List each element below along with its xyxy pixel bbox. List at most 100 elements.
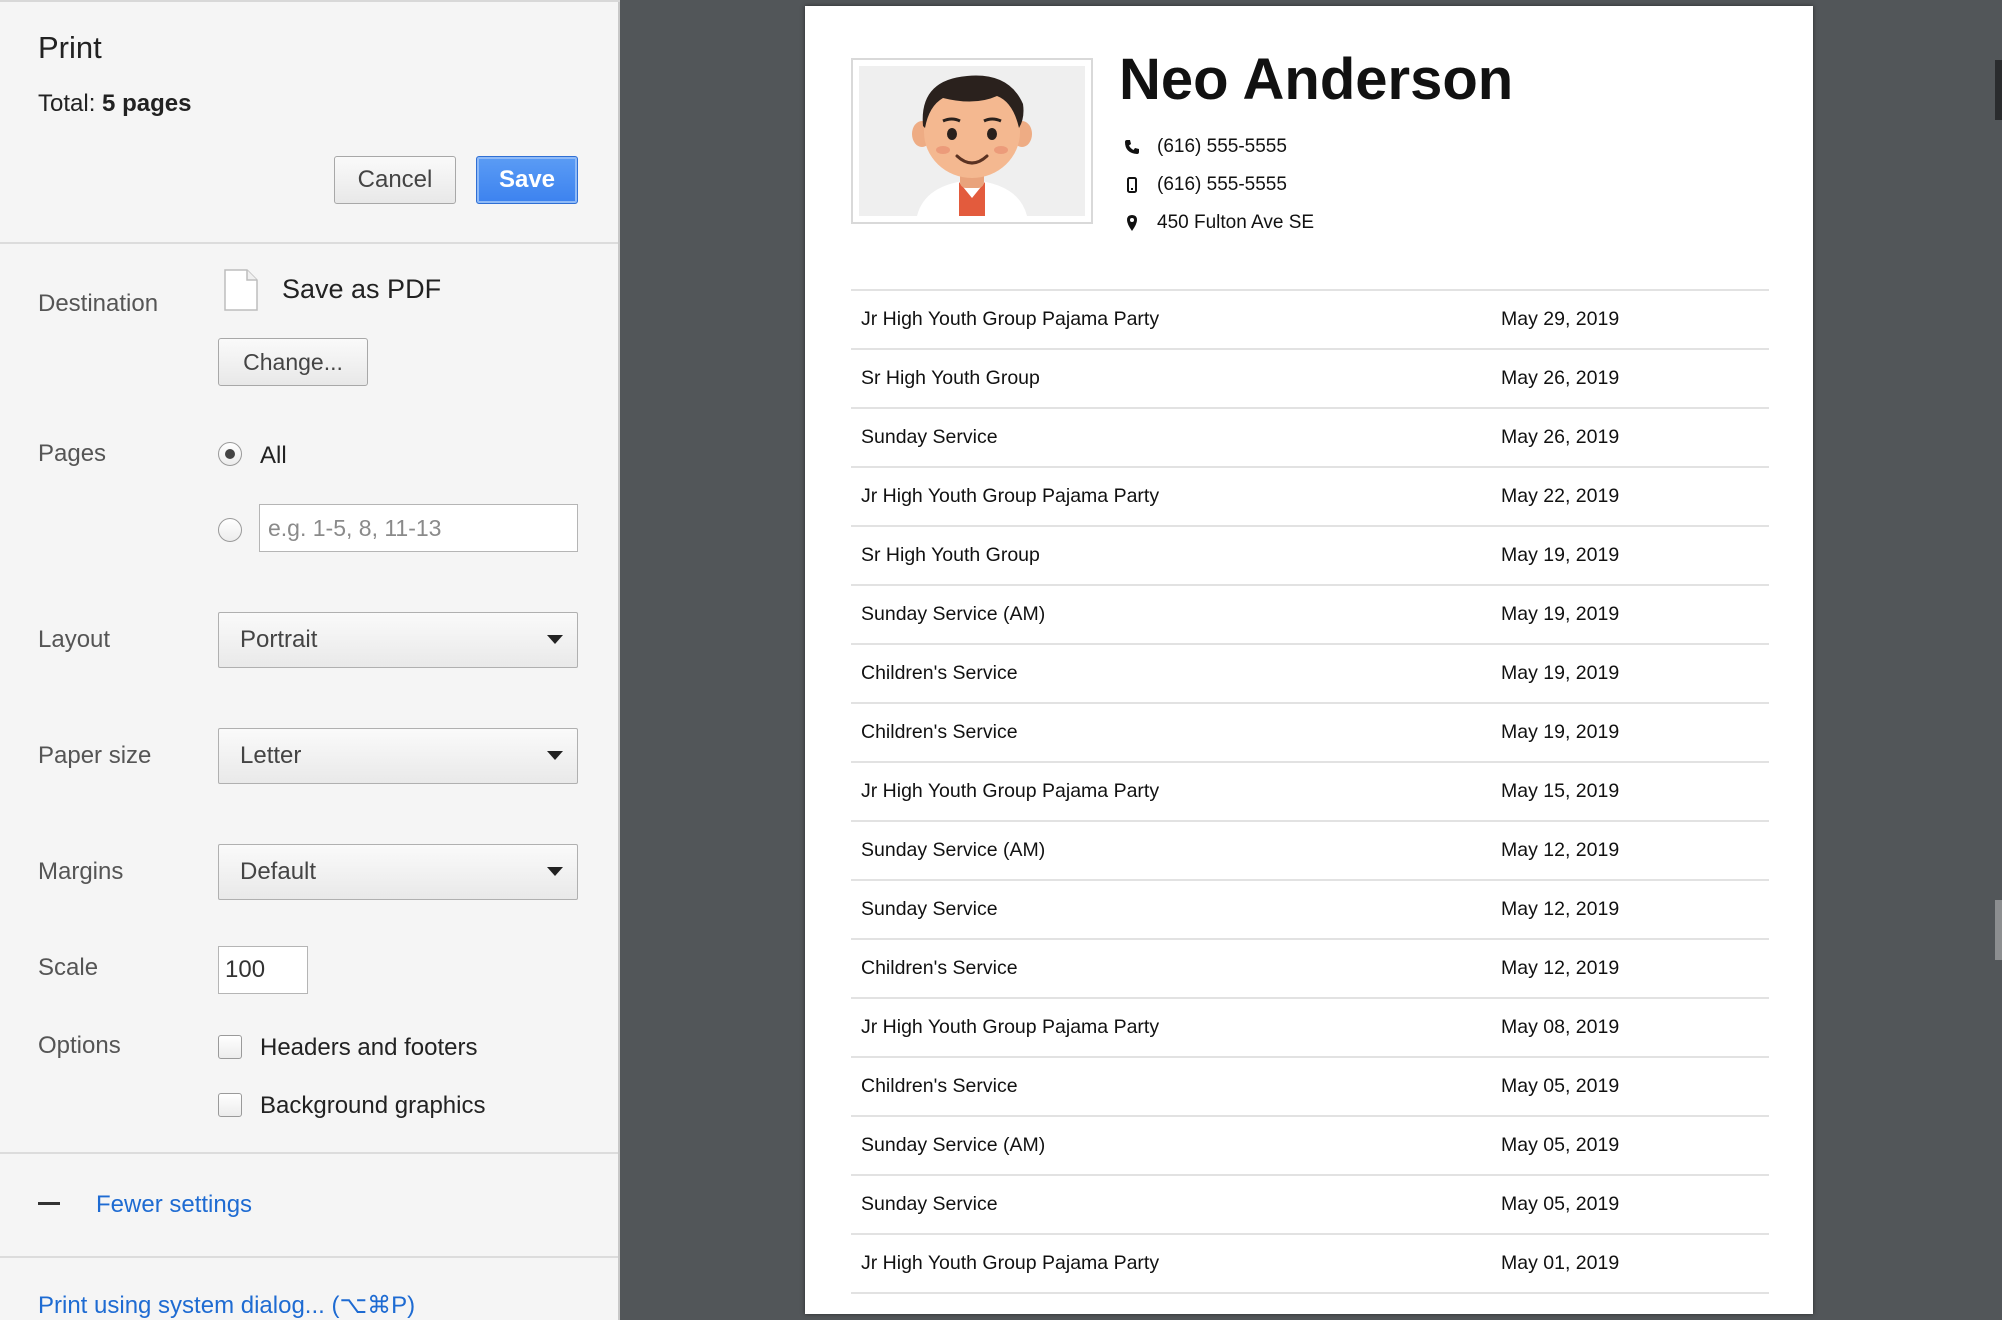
table-row: Sunday Service May 26, 2019 xyxy=(851,409,1769,468)
event-name: Children's Service xyxy=(861,1075,1018,1097)
avatar xyxy=(859,66,1085,216)
top-border xyxy=(0,0,620,2)
event-date: May 12, 2019 xyxy=(1501,898,1620,920)
event-name: Children's Service xyxy=(861,662,1018,684)
destination-label: Destination xyxy=(38,290,159,317)
table-row: Sr High Youth Group May 26, 2019 xyxy=(851,350,1769,409)
event-date: May 01, 2019 xyxy=(1501,1252,1620,1274)
event-date: May 08, 2019 xyxy=(1501,1016,1620,1038)
paper-size-value: Letter xyxy=(240,742,302,769)
location-pin-icon xyxy=(1123,214,1141,232)
event-date: May 05, 2019 xyxy=(1501,1193,1620,1215)
event-name: Children's Service xyxy=(861,721,1018,743)
table-row: Children's Service May 19, 2019 xyxy=(851,704,1769,763)
headers-footers-label: Headers and footers xyxy=(260,1034,478,1061)
pages-all-radio[interactable] xyxy=(218,442,242,466)
fewer-settings-link[interactable]: Fewer settings xyxy=(96,1191,252,1219)
mobile-number: (616) 555-5555 xyxy=(1157,174,1287,195)
scrollbar-thumb[interactable] xyxy=(1995,60,2002,120)
total-value: 5 pages xyxy=(102,90,192,117)
avatar-photo xyxy=(859,66,1085,216)
table-row: Children's Service May 12, 2019 xyxy=(851,940,1769,999)
event-name: Sr High Youth Group xyxy=(861,544,1040,566)
event-name: Jr High Youth Group Pajama Party xyxy=(861,485,1160,507)
divider xyxy=(0,1256,618,1258)
table-row: Jr High Youth Group Pajama Party May 15, … xyxy=(851,763,1769,822)
system-dialog-link[interactable]: Print using system dialog... (⌥⌘P) xyxy=(38,1291,415,1320)
chevron-down-icon xyxy=(547,635,563,644)
pages-custom-radio[interactable] xyxy=(218,518,242,542)
event-name: Jr High Youth Group Pajama Party xyxy=(861,308,1160,330)
event-name: Jr High Youth Group Pajama Party xyxy=(861,1016,1160,1038)
event-date: May 26, 2019 xyxy=(1501,426,1620,448)
event-date: May 12, 2019 xyxy=(1501,957,1620,979)
address-row: 450 Fulton Ave SE xyxy=(1123,212,1314,234)
chevron-down-icon xyxy=(547,867,563,876)
event-name: Sunday Service (AM) xyxy=(861,1134,1046,1156)
table-row: Sunday Service (AM) May 19, 2019 xyxy=(851,586,1769,645)
table-row: Sunday Service (AM) May 05, 2019 xyxy=(851,1117,1769,1176)
pages-all-label: All xyxy=(260,442,287,469)
preview-page: Neo Anderson (616) 555-5555 (616) 555-55… xyxy=(805,6,1813,1314)
cancel-button[interactable]: Cancel xyxy=(334,156,456,204)
phone-icon xyxy=(1123,138,1141,156)
address: 450 Fulton Ave SE xyxy=(1157,212,1315,233)
profile-photo xyxy=(851,58,1093,224)
options-label: Options xyxy=(38,1032,121,1059)
table-row: Jr High Youth Group Pajama Party May 29, … xyxy=(851,291,1769,350)
margins-value: Default xyxy=(240,858,317,885)
table-row: Children's Service May 05, 2019 xyxy=(851,1058,1769,1117)
layout-value: Portrait xyxy=(240,626,318,653)
attendance-list: Jr High Youth Group Pajama Party May 29, … xyxy=(851,289,1769,1294)
destination-value: Save as PDF xyxy=(282,274,442,304)
chevron-down-icon xyxy=(547,751,563,760)
margins-label: Margins xyxy=(38,858,124,885)
event-name: Children's Service xyxy=(861,957,1018,979)
background-graphics-checkbox[interactable] xyxy=(218,1093,242,1117)
print-settings-panel: Print Total: 5 pages Cancel Save Destina… xyxy=(0,0,620,1320)
radio-selected-dot xyxy=(225,449,235,459)
event-name: Sunday Service xyxy=(861,1193,998,1215)
event-date: May 12, 2019 xyxy=(1501,839,1620,861)
scale-input[interactable] xyxy=(218,946,308,994)
scrollbar-marker xyxy=(1995,900,2002,960)
table-row: Sunday Service May 12, 2019 xyxy=(851,881,1769,940)
table-row: Sunday Service May 05, 2019 xyxy=(851,1176,1769,1235)
table-row: Children's Service May 19, 2019 xyxy=(851,645,1769,704)
table-row: Jr High Youth Group Pajama Party May 08, … xyxy=(851,999,1769,1058)
event-name: Jr High Youth Group Pajama Party xyxy=(861,780,1160,802)
event-name: Sr High Youth Group xyxy=(861,367,1040,389)
divider xyxy=(0,242,618,244)
event-date: May 22, 2019 xyxy=(1501,485,1620,507)
pages-label: Pages xyxy=(38,440,107,467)
phone-number: (616) 555-5555 xyxy=(1157,136,1287,157)
event-name: Sunday Service (AM) xyxy=(861,603,1046,625)
margins-select[interactable]: Default xyxy=(218,844,578,900)
pages-range-input[interactable] xyxy=(259,504,578,552)
background-graphics-label: Background graphics xyxy=(260,1092,486,1119)
table-row: Jr High Youth Group Pajama Party May 01, … xyxy=(851,1235,1769,1294)
event-name: Sunday Service (AM) xyxy=(861,839,1046,861)
mobile-row: (616) 555-5555 xyxy=(1123,174,1287,196)
total-pages: Total: 5 pages xyxy=(38,90,191,118)
phone-row: (616) 555-5555 xyxy=(1123,136,1287,158)
event-date: May 05, 2019 xyxy=(1501,1134,1620,1156)
table-row: Sr High Youth Group May 19, 2019 xyxy=(851,527,1769,586)
event-date: May 19, 2019 xyxy=(1501,662,1620,684)
scale-label: Scale xyxy=(38,954,99,981)
total-label: Total: xyxy=(38,90,96,117)
paper-size-label: Paper size xyxy=(38,742,152,769)
headers-footers-checkbox[interactable] xyxy=(218,1035,242,1059)
table-row: Jr High Youth Group Pajama Party May 22, … xyxy=(851,468,1769,527)
change-destination-button[interactable]: Change... xyxy=(218,338,368,386)
event-date: May 29, 2019 xyxy=(1501,308,1620,330)
event-name: Jr High Youth Group Pajama Party xyxy=(861,1252,1160,1274)
paper-size-select[interactable]: Letter xyxy=(218,728,578,784)
divider xyxy=(0,1152,618,1154)
layout-select[interactable]: Portrait xyxy=(218,612,578,668)
table-row: Sunday Service (AM) May 12, 2019 xyxy=(851,822,1769,881)
mobile-icon xyxy=(1123,176,1141,194)
save-button[interactable]: Save xyxy=(476,156,578,204)
event-date: May 26, 2019 xyxy=(1501,367,1620,389)
minus-icon[interactable] xyxy=(38,1202,60,1205)
